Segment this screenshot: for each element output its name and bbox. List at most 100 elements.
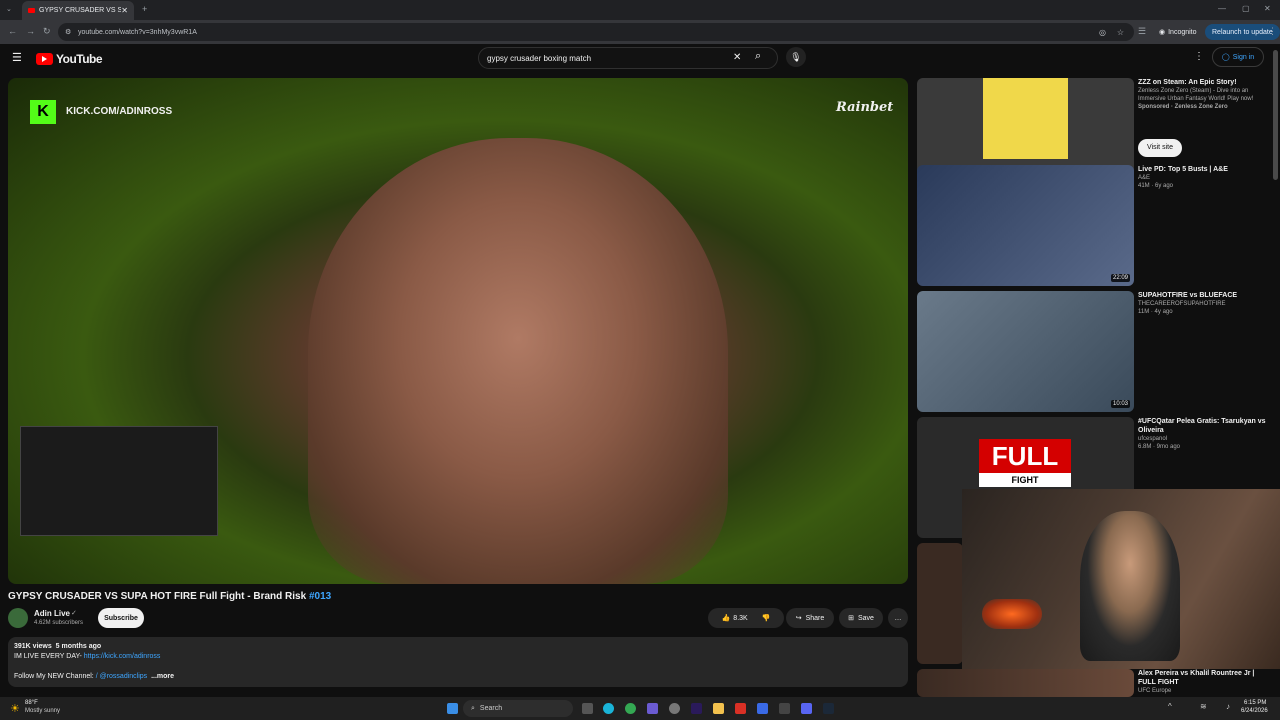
bookmark-star-icon[interactable]: ☆ bbox=[1117, 28, 1124, 37]
rec-title[interactable]: ZZZ on Steam: An Epic Story! bbox=[1138, 78, 1268, 87]
close-tab-icon[interactable]: ✕ bbox=[121, 6, 128, 15]
relaunch-label: Relaunch to update bbox=[1212, 28, 1273, 36]
premiere-icon[interactable] bbox=[691, 703, 702, 714]
rec-title[interactable]: Alex Pereira vs Khalil Rountree Jr | FUL… bbox=[1138, 669, 1268, 687]
rec-stats: 6.8M · 9mo ago bbox=[1138, 444, 1181, 450]
copilot-icon[interactable] bbox=[647, 703, 658, 714]
minimize-icon[interactable]: — bbox=[1218, 4, 1226, 13]
rec-stats: Sponsored · Zenless Zone Zero bbox=[1138, 104, 1228, 110]
ad-meta: ZZZ on Steam: An Epic Story! Zenless Zon… bbox=[1138, 78, 1268, 157]
chrome-incognito-icon[interactable] bbox=[669, 703, 680, 714]
voice-search-icon[interactable]: 🎙 bbox=[786, 47, 806, 67]
incognito-label: Incognito bbox=[1168, 28, 1197, 36]
page-scrollbar[interactable] bbox=[1273, 50, 1278, 180]
description-box[interactable]: 391K views 5 months ago IM LIVE EVERY DA… bbox=[8, 637, 908, 687]
discord-icon[interactable] bbox=[801, 703, 812, 714]
taskbar-search[interactable]: ⌕ Search bbox=[463, 700, 573, 717]
account-icon: ◯ bbox=[1221, 54, 1230, 61]
streamer bbox=[1080, 511, 1180, 661]
title-hashtag[interactable]: #013 bbox=[309, 591, 331, 602]
chrome-icon[interactable] bbox=[625, 703, 636, 714]
task-view-icon[interactable] bbox=[582, 703, 593, 714]
start-icon[interactable] bbox=[447, 703, 458, 714]
youtube-header: ☰ YouTube gypsy crusader boxing match ✕ … bbox=[0, 44, 1280, 72]
weather-temp[interactable]: 88°F bbox=[25, 700, 38, 706]
close-window-icon[interactable]: ✕ bbox=[1264, 4, 1271, 13]
view-count: 391K views bbox=[14, 643, 52, 650]
app-icon[interactable] bbox=[779, 703, 790, 714]
share-button[interactable]: ↪ Share bbox=[786, 608, 834, 628]
app-icon[interactable] bbox=[757, 703, 768, 714]
clips-channel-link[interactable]: / @rossadinclips bbox=[96, 673, 147, 680]
youtube-logo[interactable]: YouTube bbox=[36, 52, 103, 66]
tray-overflow-icon[interactable]: ^ bbox=[1168, 702, 1172, 711]
more-actions-button[interactable]: … bbox=[888, 608, 908, 628]
clear-search-icon[interactable]: ✕ bbox=[733, 52, 741, 63]
rec-title[interactable]: SUPAHOTFIRE vs BLUEFACE bbox=[1138, 291, 1268, 300]
rec-title[interactable]: Live PD: Top 5 Busts | A&E bbox=[1138, 165, 1268, 174]
upload-age: 5 months ago bbox=[55, 643, 102, 650]
video-player[interactable]: K KICK.COM/ADINROSS Rainbet bbox=[8, 78, 908, 584]
browser-menu-icon[interactable]: ⋮ bbox=[1268, 26, 1277, 37]
back-icon[interactable]: ← bbox=[8, 26, 17, 36]
app-icon[interactable] bbox=[735, 703, 746, 714]
tab-title: GYPSY CRUSADER VS SUPA HOT F bbox=[39, 7, 122, 14]
webcam-overlay bbox=[962, 489, 1280, 669]
steam-icon[interactable] bbox=[823, 703, 834, 714]
incognito-icon: ◉ bbox=[1159, 29, 1166, 36]
video-thumbnail[interactable]: 22:09 bbox=[917, 165, 1134, 286]
video-thumbnail[interactable] bbox=[917, 543, 963, 664]
subscribe-button[interactable]: Subscribe bbox=[98, 608, 144, 628]
browser-tab[interactable]: GYPSY CRUSADER VS SUPA HOT F ✕ bbox=[22, 1, 134, 20]
kick-link[interactable]: https://kick.com/adinross bbox=[84, 653, 161, 660]
youtube-logo-text: YouTube bbox=[56, 52, 103, 66]
volume-icon[interactable]: ♪ bbox=[1226, 702, 1230, 711]
hamburger-menu-icon[interactable]: ☰ bbox=[12, 51, 22, 64]
like-dislike-group: 👍 8.3K 👎 bbox=[708, 608, 784, 628]
sign-in-button[interactable]: ◯ Sign in bbox=[1212, 47, 1264, 67]
share-label: Share bbox=[805, 614, 825, 622]
url-field[interactable]: ⚙ youtube.com/watch?v=3nhMy3vwR1A ◎ ☆ bbox=[58, 23, 1134, 41]
rec-channel: Zenless Zone Zero (Steam) - Dive into an… bbox=[1138, 88, 1254, 102]
rec-channel: THECAREEROFSUPAHOTFIRE bbox=[1138, 301, 1226, 307]
url-text: youtube.com/watch?v=3nhMy3vwR1A bbox=[78, 28, 197, 36]
save-button[interactable]: ⊞ Save bbox=[839, 608, 883, 628]
video-thumbnail[interactable] bbox=[917, 669, 1134, 697]
taskbar-search-label: Search bbox=[479, 705, 503, 712]
maximize-icon[interactable]: ▢ bbox=[1242, 4, 1250, 13]
incognito-badge[interactable]: ◉ Incognito bbox=[1152, 24, 1204, 40]
reload-icon[interactable]: ↻ bbox=[43, 26, 51, 37]
duration-badge: 22:09 bbox=[1110, 274, 1130, 282]
rec-stats: 11M · 4y ago bbox=[1138, 309, 1173, 315]
like-icon[interactable]: 👍 bbox=[722, 614, 731, 622]
like-count: 8.3K bbox=[733, 614, 748, 622]
weather-icon: ☀ bbox=[10, 703, 20, 715]
search-box[interactable]: gypsy crusader boxing match ✕ ⌕ bbox=[478, 47, 778, 69]
file-explorer-icon[interactable] bbox=[713, 703, 724, 714]
channel-name[interactable]: Adin Live bbox=[34, 609, 70, 618]
settings-dots-icon[interactable]: ⋮ bbox=[1194, 51, 1204, 62]
edge-icon[interactable] bbox=[603, 703, 614, 714]
show-more-link[interactable]: ...more bbox=[151, 673, 174, 680]
share-icon: ↪ bbox=[795, 615, 802, 622]
video-thumbnail[interactable]: 10:03 bbox=[917, 291, 1134, 412]
search-icon[interactable]: ⌕ bbox=[755, 50, 761, 63]
site-info-icon[interactable]: ⚙ bbox=[65, 28, 71, 36]
youtube-play-icon bbox=[36, 53, 53, 65]
search-input[interactable]: gypsy crusader boxing match bbox=[487, 54, 591, 63]
forward-icon[interactable]: → bbox=[26, 26, 35, 36]
visit-site-label: Visit site bbox=[1147, 144, 1173, 151]
dislike-icon[interactable]: 👎 bbox=[762, 614, 771, 622]
visit-site-button[interactable]: Visit site bbox=[1138, 139, 1182, 157]
avatar[interactable] bbox=[8, 608, 28, 628]
ad-game-art bbox=[983, 78, 1068, 159]
new-tab-icon[interactable]: + bbox=[142, 4, 147, 14]
video-title: GYPSY CRUSADER VS SUPA HOT FIRE Full Fig… bbox=[8, 591, 331, 602]
clock-time[interactable]: 6:15 PM bbox=[1244, 700, 1266, 706]
wifi-icon[interactable]: ≋ bbox=[1200, 702, 1207, 711]
save-label: Save bbox=[857, 614, 874, 622]
eye-off-icon[interactable]: ◎ bbox=[1099, 28, 1106, 37]
rec-title[interactable]: #UFCQatar Pelea Gratis: Tsarukyan vs Oli… bbox=[1138, 417, 1268, 435]
tab-list-icon[interactable]: ⌄ bbox=[6, 5, 12, 13]
tab-search-icon[interactable]: ☰ bbox=[1138, 26, 1146, 37]
